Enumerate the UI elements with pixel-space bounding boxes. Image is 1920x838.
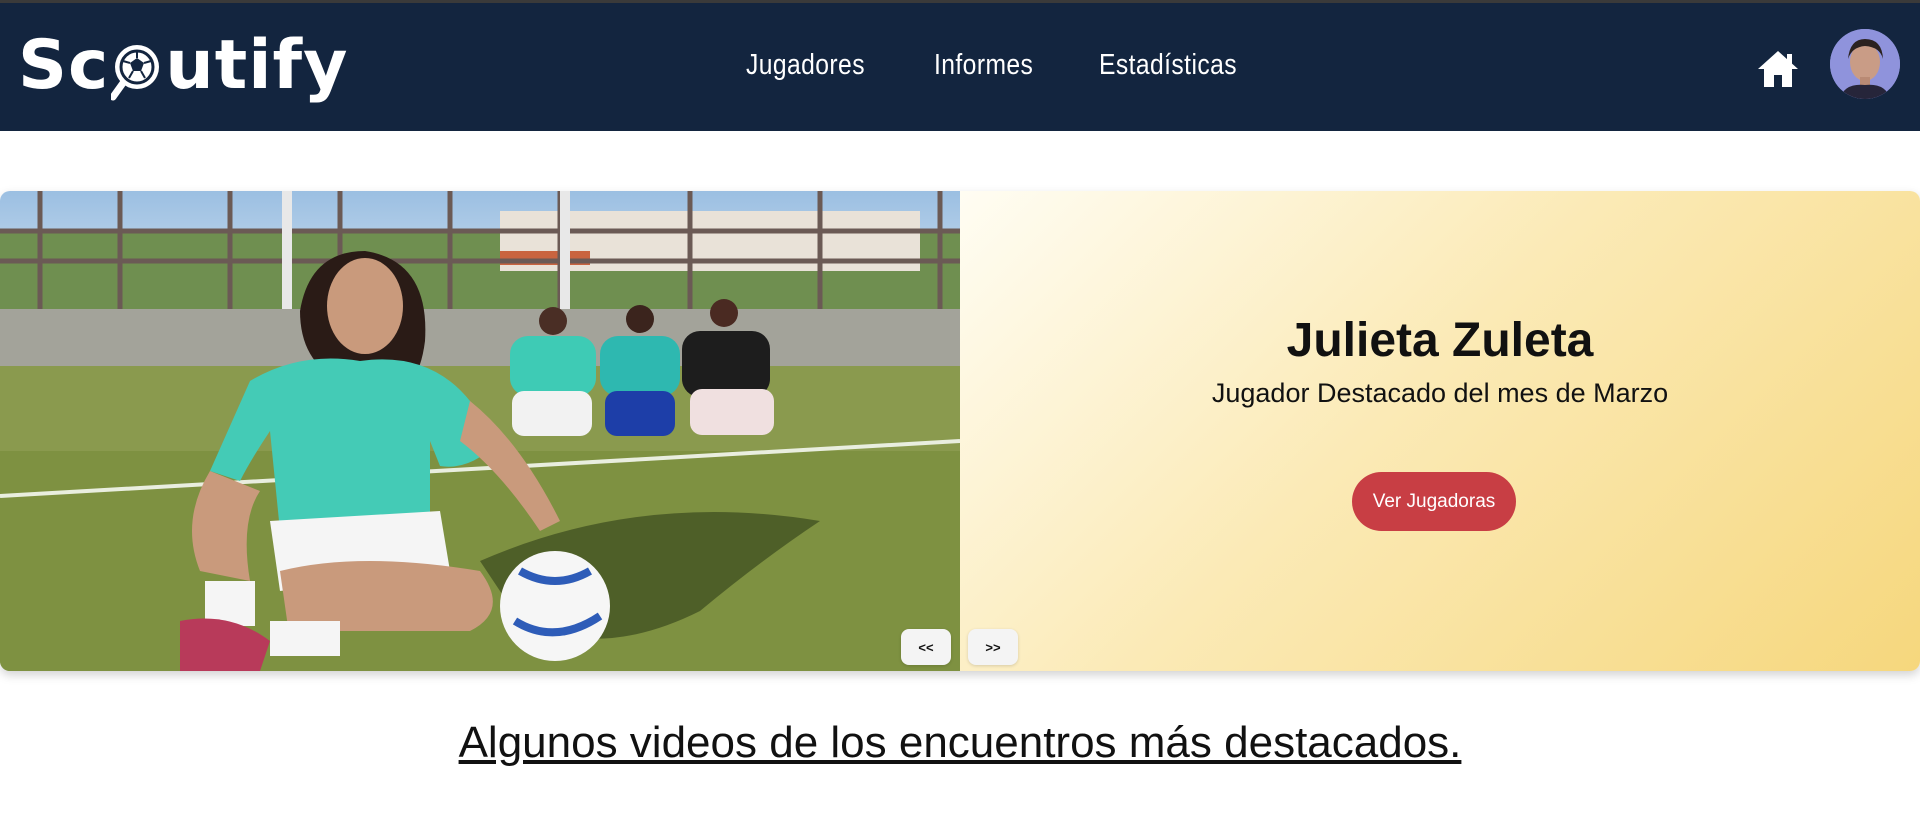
- player-subtitle: Jugador Destacado del mes de Marzo: [1211, 378, 1669, 408]
- videos-section-title: Algunos videos de los encuentros más des…: [458, 718, 1462, 767]
- main-nav: Jugadores Informes Estadísticas: [746, 49, 1261, 82]
- featured-player-carousel: << >> Julieta Zuleta Jugador Destacado d…: [0, 191, 1920, 671]
- ver-jugadoras-button[interactable]: Ver Jugadoras: [1352, 472, 1516, 531]
- player-name: Julieta Zuleta: [1286, 314, 1594, 367]
- carousel-next-button[interactable]: >>: [968, 629, 1018, 665]
- home-icon[interactable]: [1756, 49, 1800, 89]
- scoutify-logo[interactable]: Sc utify: [18, 25, 348, 105]
- carousel-prev-button[interactable]: <<: [901, 629, 951, 665]
- user-avatar[interactable]: [1830, 29, 1900, 99]
- top-navbar: Sc utify Jugadores Informes Estadísticas: [0, 3, 1920, 131]
- featured-player-photo: <<: [0, 191, 960, 671]
- nav-estadisticas[interactable]: Estadísticas: [1099, 49, 1237, 82]
- featured-player-panel: >> Julieta Zuleta Jugador Destacado del …: [960, 191, 1920, 671]
- nav-informes[interactable]: Informes: [934, 49, 1033, 82]
- logo-text-right: utify: [165, 25, 349, 105]
- soccer-ball-magnifier-icon: [109, 39, 163, 101]
- logo-text-left: Sc: [18, 25, 110, 105]
- nav-jugadores[interactable]: Jugadores: [746, 49, 865, 82]
